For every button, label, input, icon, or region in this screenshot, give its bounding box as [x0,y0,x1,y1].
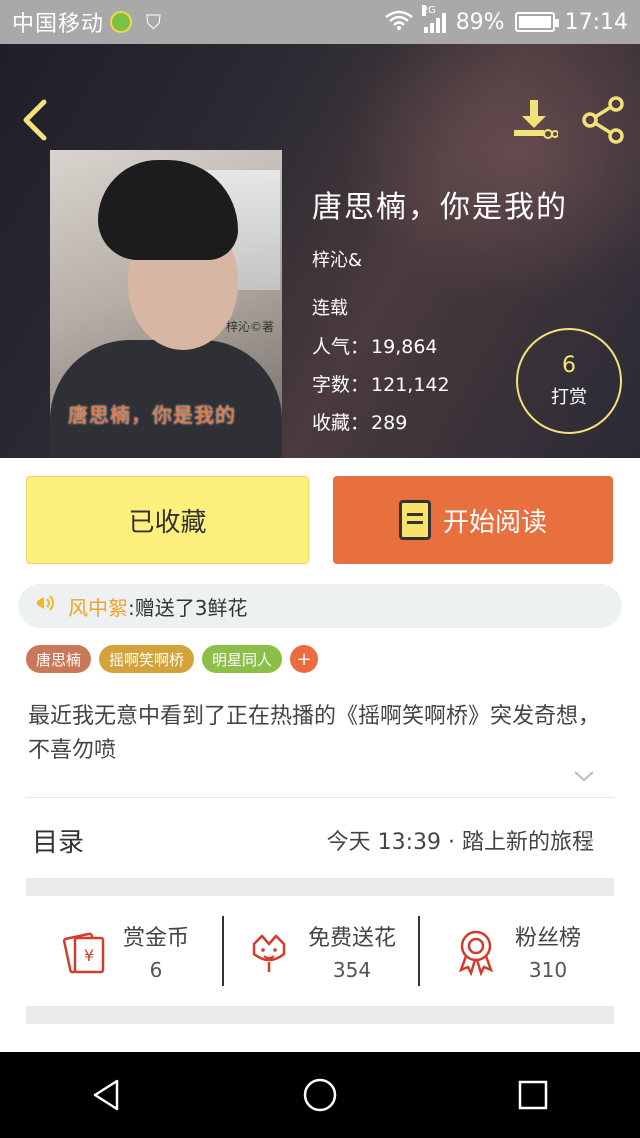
gift-banner[interactable]: 风中絮 :赠送了3鲜花 [18,584,622,628]
favorited-button[interactable]: 已收藏 [26,476,309,564]
nav-recents-button[interactable] [503,1065,563,1125]
book-title: 唐思楠，你是我的 [312,190,568,225]
section-separator [26,1006,614,1024]
book-author[interactable]: 梓沁& [312,246,362,272]
stats-row: ¥ 赏金币 6 免费送花 354 粉丝榜 310 [26,896,614,1006]
download-button[interactable] [510,96,559,144]
expand-description-button[interactable] [572,768,596,784]
catalog-chevron-icon [580,828,596,852]
red-envelope-icon: ¥ [62,932,105,974]
add-tag-button[interactable]: + [290,645,319,673]
book-cover[interactable]: 梓沁©著 唐思楠，你是我的 [50,150,282,458]
megaphone-icon [34,591,58,621]
carrier-name: 中国移动 [12,12,105,37]
stat-value: 6 [149,958,163,982]
tag-item[interactable]: 摇啊笑啊桥 [99,645,195,673]
status-bar: 中国移动 ⛉ 2G 89% 17:14 [0,0,640,44]
stat-label: 粉丝榜 [514,926,581,951]
signal-icon: 2G [421,5,446,33]
section-separator [26,878,614,896]
start-reading-button[interactable]: 开始阅读 [333,476,613,564]
wifi-icon [384,9,414,36]
favorites-value: 289 [371,412,408,434]
book-description: 最近我无意中看到了正在热播的《摇啊笑啊桥》突发奇想，不喜勿喷 [28,704,601,763]
favorited-label: 已收藏 [128,507,207,538]
clock: 17:14 [564,9,628,35]
tag-list: 唐思楠 摇啊笑啊桥 明星同人 + [26,645,319,673]
gift-sender: 风中絮 [68,595,128,620]
reward-button[interactable]: 6 打赏 [516,328,622,434]
latest-chapter[interactable]: 今天 13:39 · 踏上新的旅程 [327,824,594,856]
stat-value: 354 [332,958,372,982]
cover-author: 梓沁©著 [225,320,274,334]
book-status: 连载 [312,298,348,319]
system-nav-bar [0,1052,640,1138]
share-button[interactable] [580,96,628,144]
carrier-badge-icon [110,11,133,33]
coin-reward-stat[interactable]: ¥ 赏金币 6 [26,896,222,1006]
flower-icon [252,934,286,972]
book-icon [398,500,431,540]
word-count-value: 121,142 [371,374,450,396]
free-flower-stat[interactable]: 免费送花 354 [222,896,418,1006]
favorites-label: 收藏： [312,412,370,434]
stat-label: 免费送花 [307,926,396,951]
shield-icon: ⛉ [146,10,162,34]
battery-percent: 89% [455,9,505,35]
battery-icon [514,12,559,32]
gift-message: :赠送了3鲜花 [128,595,248,620]
nav-recents-icon [519,1080,548,1110]
popularity-stat: 人气： 19,864 [312,332,438,359]
nav-home-button[interactable] [290,1065,350,1125]
divider [26,797,614,798]
catalog-label[interactable]: 目录 [32,822,84,859]
network-type: 2G [421,5,436,16]
chevron-left-icon [23,99,47,141]
back-button[interactable] [16,96,56,144]
popularity-value: 19,864 [371,336,438,358]
book-header: 梓沁©著 唐思楠，你是我的 唐思楠，你是我的 梓沁& 连载 人气： 19,864 … [0,44,640,458]
word-count-label: 字数： [312,374,370,396]
cover-caption: 唐思楠，你是我的 [68,403,236,427]
medal-icon [458,930,494,976]
favorites-stat: 收藏： 289 [312,408,407,435]
stat-value: 310 [528,958,568,982]
nav-home-icon [303,1078,337,1112]
start-reading-label: 开始阅读 [442,507,547,538]
tag-item[interactable]: 唐思楠 [26,645,92,673]
share-icon [582,96,624,144]
reward-count: 6 [562,352,576,378]
reward-label: 打赏 [551,387,587,409]
tag-item[interactable]: 明星同人 [202,645,283,673]
word-count-stat: 字数： 121,142 [312,370,450,397]
nav-back-button[interactable] [77,1065,137,1125]
nav-back-icon [93,1079,118,1111]
popularity-label: 人气： [312,336,370,358]
fan-ranking-stat[interactable]: 粉丝榜 310 [418,896,614,1006]
download-icon [514,100,559,139]
chevron-down-icon [574,771,594,782]
svg-text:¥: ¥ [84,946,94,965]
stat-label: 赏金币 [122,926,189,951]
